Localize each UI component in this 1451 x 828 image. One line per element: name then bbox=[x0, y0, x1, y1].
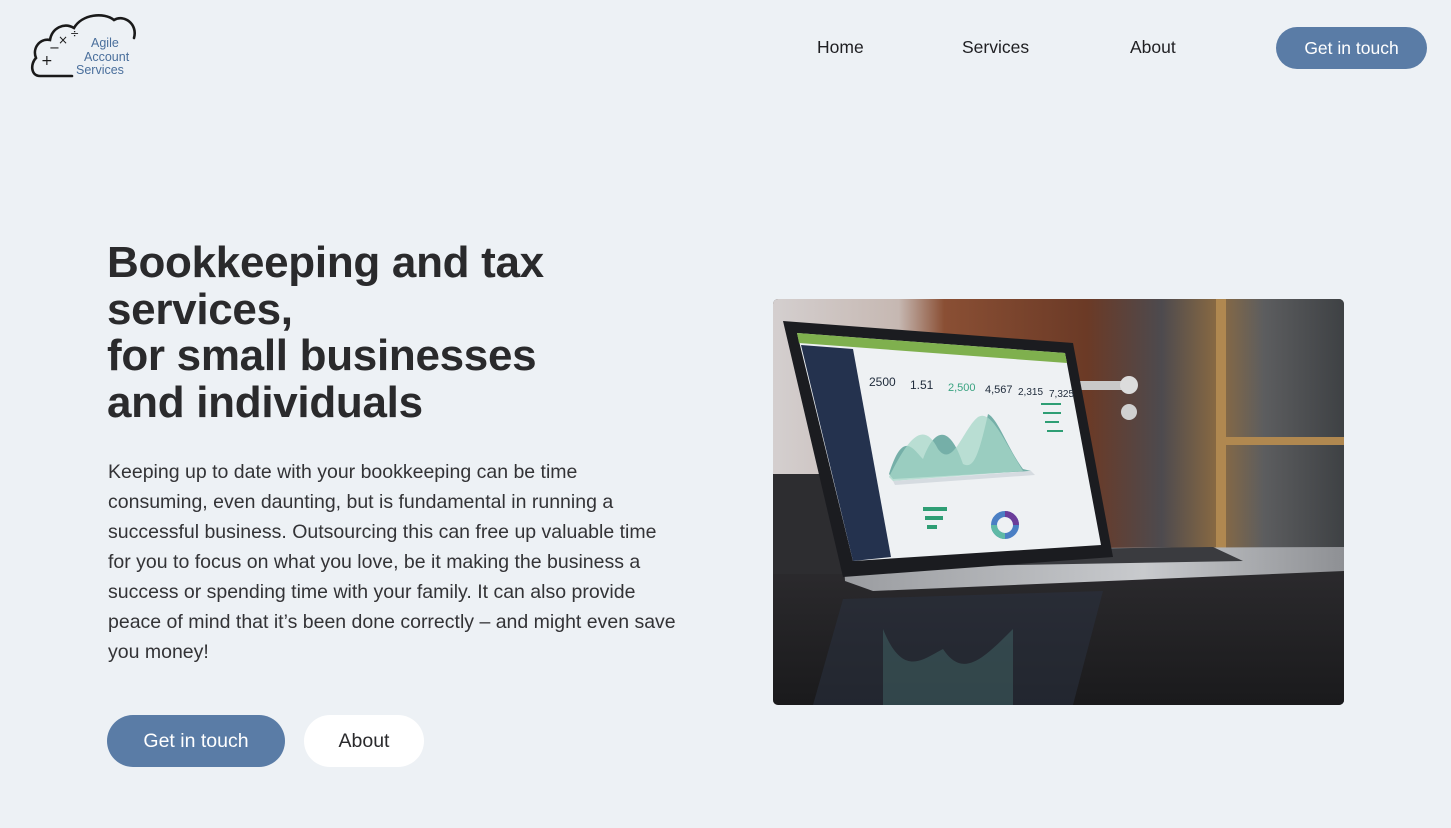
about-button[interactable]: About bbox=[304, 715, 424, 767]
laptop-dashboard-photo: 2500 1.51 2,500 4,567 2,315 7,325 bbox=[773, 299, 1344, 705]
hero-title-line: Bookkeeping and tax bbox=[107, 238, 544, 287]
main-nav: Home Services About Get in touch bbox=[0, 27, 1451, 69]
hero-image: 2500 1.51 2,500 4,567 2,315 7,325 bbox=[773, 299, 1344, 705]
nav-home[interactable]: Home bbox=[817, 37, 864, 58]
nav-get-in-touch-button[interactable]: Get in touch bbox=[1276, 27, 1427, 69]
screen-stat: 2,315 bbox=[1018, 387, 1043, 398]
hero-title-line: services, bbox=[107, 284, 293, 334]
nav-about[interactable]: About bbox=[1130, 37, 1176, 58]
hero-description: Keeping up to date with your bookkeeping… bbox=[108, 461, 676, 663]
get-in-touch-button[interactable]: Get in touch bbox=[107, 715, 285, 767]
screen-stat: 7,325 bbox=[1049, 389, 1074, 400]
screen-stat: 2500 bbox=[869, 375, 896, 389]
hero-title: Bookkeeping and tax services, for small … bbox=[107, 238, 627, 427]
screen-stat: 2,500 bbox=[948, 382, 976, 394]
screen-stat: 1.51 bbox=[910, 378, 934, 392]
screen-stat: 4,567 bbox=[985, 384, 1013, 396]
nav-services[interactable]: Services bbox=[962, 37, 1029, 58]
hero-title-line: for small businesses bbox=[107, 331, 537, 380]
hero-title-line: and individuals bbox=[107, 377, 423, 427]
